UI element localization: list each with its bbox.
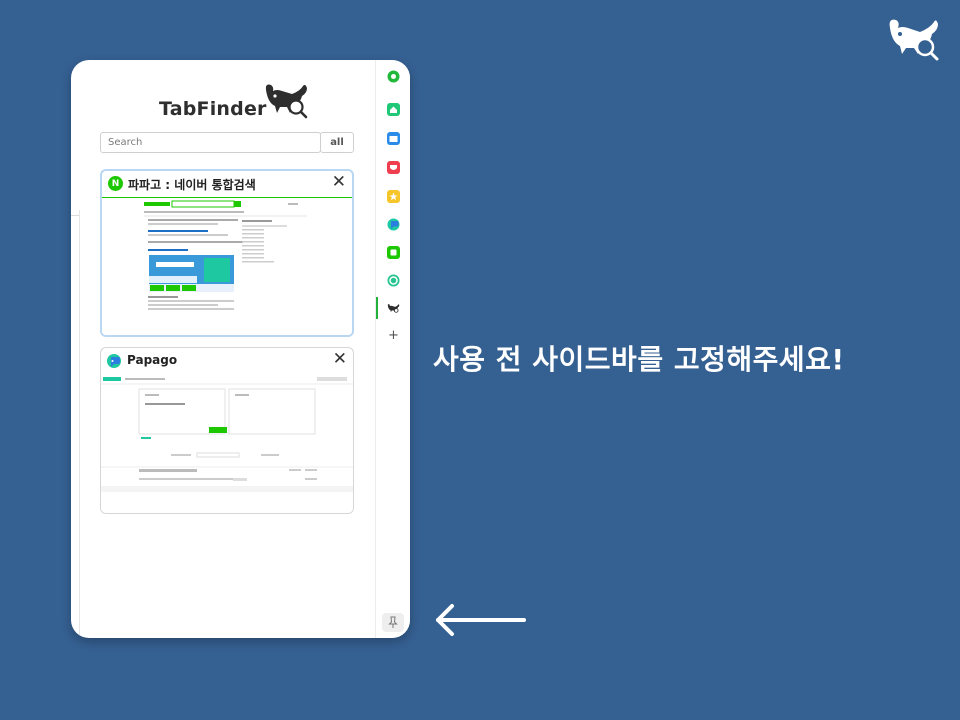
add-panel-button[interactable]: + xyxy=(387,329,400,342)
brand-header: TabFinder xyxy=(71,78,375,122)
close-tab-button[interactable]: ✕ xyxy=(332,172,346,192)
teal-circle-icon[interactable] xyxy=(387,274,400,287)
green-circle-icon[interactable] xyxy=(387,70,400,83)
green-square-icon[interactable] xyxy=(387,246,400,259)
tabfinder-whale-logo-icon xyxy=(889,19,939,61)
pin-sidebar-instruction: 사용 전 사이드바를 고정해주세요! xyxy=(433,343,845,376)
naver-icon: N xyxy=(108,176,123,191)
sidebar-panel: TabFinder all N 파파고 : 네이버 통합검색 ✕ xyxy=(71,60,410,638)
tab-card-title: Papago xyxy=(127,353,178,367)
tab-thumbnail-naver xyxy=(102,198,352,335)
blue-calendar-icon[interactable] xyxy=(387,132,400,145)
yellow-star-icon[interactable] xyxy=(387,190,400,203)
tabfinder-whale-icon[interactable] xyxy=(387,302,400,315)
papago-icon[interactable] xyxy=(387,218,400,231)
search-input[interactable] xyxy=(100,132,321,153)
tab-card-title: 파파고 : 네이버 통합검색 xyxy=(128,178,256,192)
active-indicator xyxy=(376,297,378,319)
brand-name: TabFinder xyxy=(159,98,267,120)
tabfinder-whale-icon xyxy=(265,84,308,119)
tab-thumbnail-papago xyxy=(101,374,353,513)
pin-sidebar-button[interactable] xyxy=(382,613,404,632)
browser-sidebar-rail: + xyxy=(375,60,410,638)
papago-icon xyxy=(107,354,121,368)
close-tab-button[interactable]: ✕ xyxy=(333,349,347,369)
all-filter-button[interactable]: all xyxy=(320,132,354,153)
red-pocket-icon[interactable] xyxy=(387,161,400,174)
tab-card[interactable]: N 파파고 : 네이버 통합검색 ✕ xyxy=(100,169,354,337)
green-home-icon[interactable] xyxy=(387,103,400,116)
pin-icon xyxy=(388,616,398,628)
left-arrow-icon xyxy=(436,604,526,636)
tab-card[interactable]: Papago ✕ xyxy=(100,347,354,514)
tabfinder-main: TabFinder all N 파파고 : 네이버 통합검색 ✕ xyxy=(71,60,375,638)
